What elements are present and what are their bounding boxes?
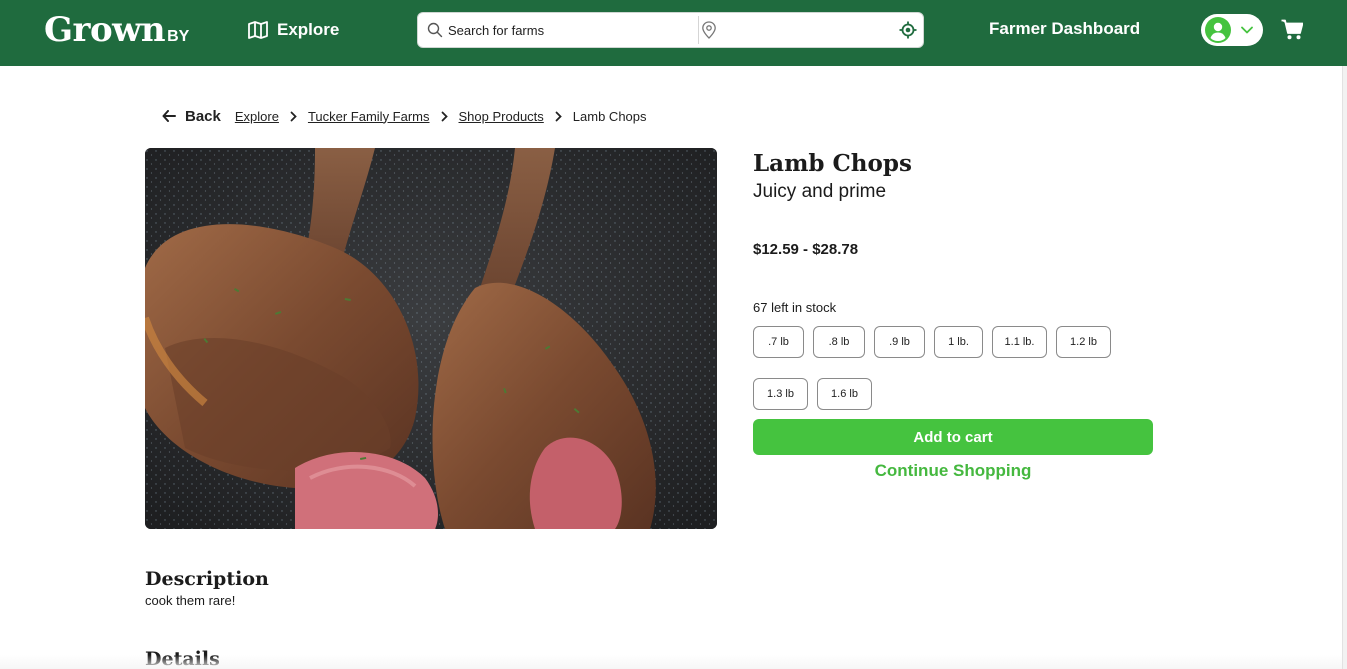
search-bar xyxy=(417,12,924,48)
size-option[interactable]: 1.6 lb xyxy=(817,378,872,410)
explore-nav-link[interactable]: Explore xyxy=(248,18,339,42)
back-label: Back xyxy=(185,107,221,125)
arrow-left-icon xyxy=(162,110,176,122)
page-scrollbar[interactable] xyxy=(1342,66,1347,669)
size-option[interactable]: .8 lb xyxy=(813,326,865,358)
map-icon xyxy=(248,21,268,39)
breadcrumb-link-shop-products[interactable]: Shop Products xyxy=(459,109,544,124)
description-text: cook them rare! xyxy=(145,593,236,608)
size-option[interactable]: 1.3 lb xyxy=(753,378,808,410)
continue-shopping-link[interactable]: Continue Shopping xyxy=(753,461,1153,481)
product-title: Lamb Chops xyxy=(753,150,912,177)
chevron-right-icon xyxy=(441,111,448,122)
product-price-range: $12.59 - $28.78 xyxy=(753,241,859,258)
farmer-dashboard-link[interactable]: Farmer Dashboard xyxy=(989,19,1140,39)
location-input[interactable] xyxy=(725,13,905,47)
explore-label: Explore xyxy=(277,20,340,39)
grownby-logo[interactable]: Grown BY xyxy=(44,10,189,50)
current-location-icon[interactable] xyxy=(899,21,917,39)
breadcrumb-link-explore[interactable]: Explore xyxy=(235,109,279,124)
bottom-fade xyxy=(0,655,1347,669)
product-subtitle: Juicy and prime xyxy=(753,181,887,202)
size-option[interactable]: .7 lb xyxy=(753,326,804,358)
logo-suffix: BY xyxy=(167,28,190,45)
logo-text: Grown xyxy=(44,10,166,50)
account-menu-button[interactable] xyxy=(1201,14,1263,46)
breadcrumb-current: Lamb Chops xyxy=(572,108,647,124)
location-pin-icon xyxy=(702,21,716,39)
back-button[interactable]: Back xyxy=(162,108,221,125)
chevron-down-icon xyxy=(1241,26,1253,34)
top-nav-bar: Grown BY Explore Search for farms Farmer… xyxy=(0,0,1347,66)
shopping-cart-icon[interactable] xyxy=(1281,19,1303,40)
chevron-right-icon xyxy=(555,111,562,122)
search-icon xyxy=(422,13,448,47)
size-option[interactable]: 1.1 lb. xyxy=(992,326,1047,358)
breadcrumb-link-farm[interactable]: Tucker Family Farms xyxy=(308,109,430,124)
size-option[interactable]: .9 lb xyxy=(874,326,925,358)
size-option[interactable]: 1 lb. xyxy=(934,326,983,358)
size-option[interactable]: 1.2 lb xyxy=(1056,326,1111,358)
breadcrumb: Back Explore Tucker Family Farms Shop Pr… xyxy=(162,106,647,126)
product-photo xyxy=(145,148,717,529)
farm-search-input[interactable] xyxy=(448,13,698,47)
search-divider xyxy=(698,16,699,44)
stock-count: 67 left in stock xyxy=(753,300,837,315)
chevron-right-icon xyxy=(290,111,297,122)
add-to-cart-button[interactable]: Add to cart xyxy=(753,419,1153,455)
avatar-icon xyxy=(1205,17,1231,43)
description-heading: Description xyxy=(145,568,269,590)
